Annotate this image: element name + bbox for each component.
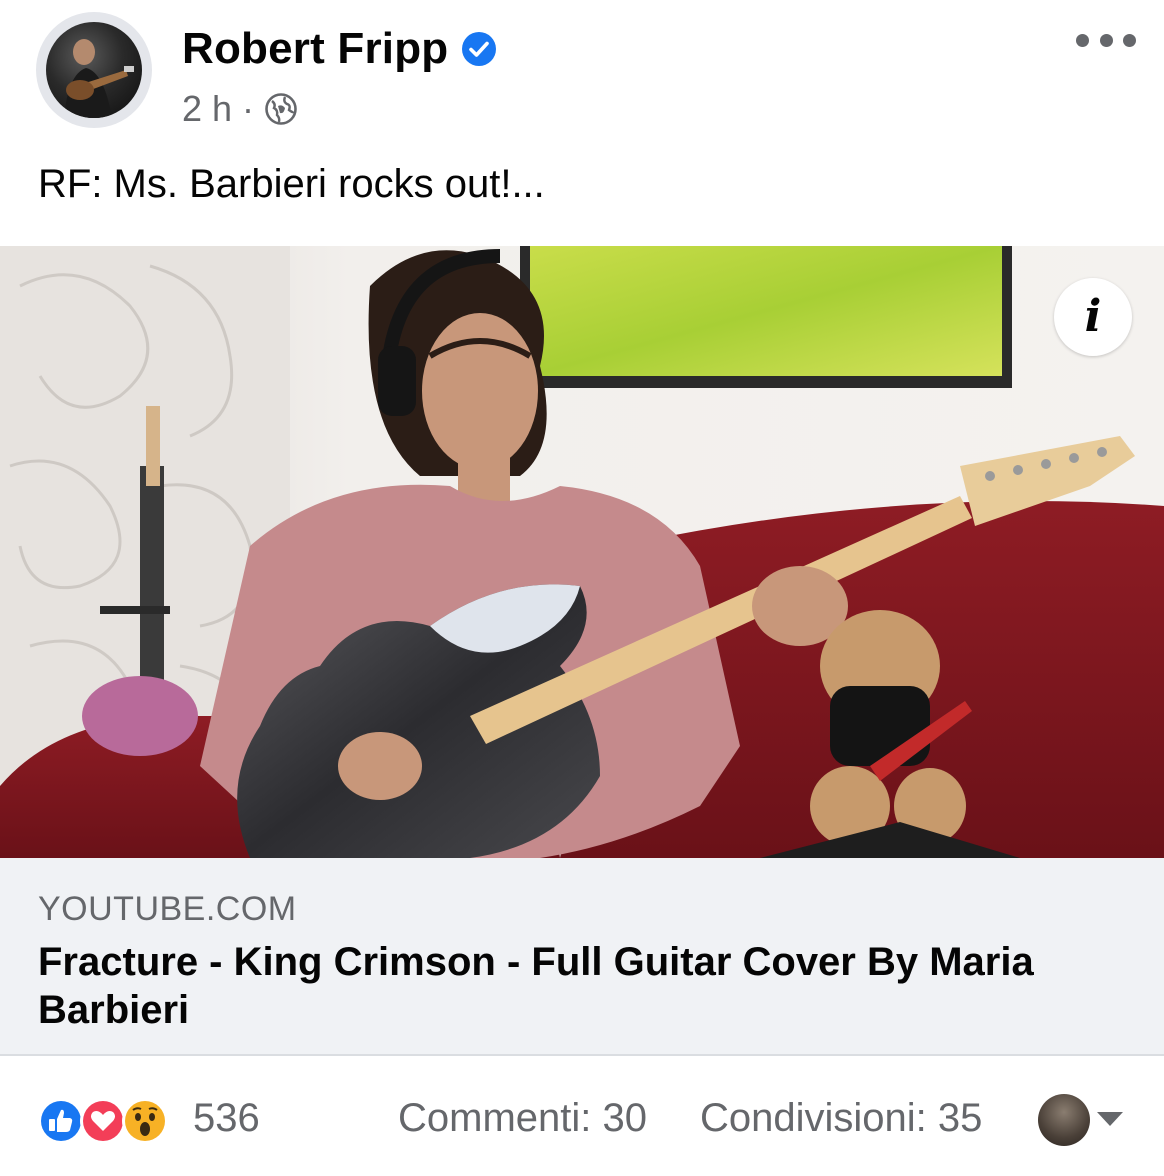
info-icon: i bbox=[1084, 291, 1102, 342]
chevron-down-icon[interactable] bbox=[1097, 1112, 1123, 1126]
post-footer: 536 Commenti: 30 Condivisioni: 35 bbox=[0, 1080, 1164, 1160]
reactions-summary[interactable] bbox=[36, 1096, 170, 1146]
globe-icon[interactable] bbox=[264, 92, 298, 126]
meta-separator: · bbox=[242, 88, 255, 129]
post-text: RF: Ms. Barbieri rocks out!... bbox=[38, 162, 545, 206]
reaction-count[interactable]: 536 bbox=[193, 1096, 260, 1141]
more-options-dot bbox=[1123, 33, 1136, 47]
thumbnail-image bbox=[0, 246, 1164, 858]
more-options-button[interactable] bbox=[1076, 24, 1136, 56]
shares-count[interactable]: Condivisioni: 35 bbox=[700, 1096, 982, 1141]
post-meta: 2 h · bbox=[182, 88, 298, 130]
author-name[interactable]: Robert Fripp bbox=[182, 24, 448, 74]
more-options-dot bbox=[1099, 33, 1113, 47]
verified-badge-icon bbox=[462, 32, 497, 66]
post: Robert Fripp 2 h · RF: Ms. Barbieri rock… bbox=[0, 0, 1164, 1176]
link-title[interactable]: Fracture - King Crimson - Full Guitar Co… bbox=[38, 938, 1118, 1034]
info-button[interactable]: i bbox=[1054, 278, 1132, 356]
wow-icon bbox=[122, 1098, 168, 1144]
author-row: Robert Fripp bbox=[182, 24, 498, 74]
viewer-avatar[interactable] bbox=[1038, 1094, 1090, 1146]
link-preview[interactable]: YOUTUBE.COM Fracture - King Crimson - Fu… bbox=[0, 858, 1164, 1056]
more-options-icon bbox=[1076, 33, 1089, 47]
link-domain: YOUTUBE.COM bbox=[38, 890, 297, 928]
avatar-photo bbox=[46, 22, 142, 118]
video-thumbnail[interactable]: i bbox=[0, 246, 1164, 858]
author-avatar[interactable] bbox=[36, 12, 152, 128]
comments-count[interactable]: Commenti: 30 bbox=[398, 1096, 647, 1141]
post-time[interactable]: 2 h bbox=[182, 88, 232, 130]
